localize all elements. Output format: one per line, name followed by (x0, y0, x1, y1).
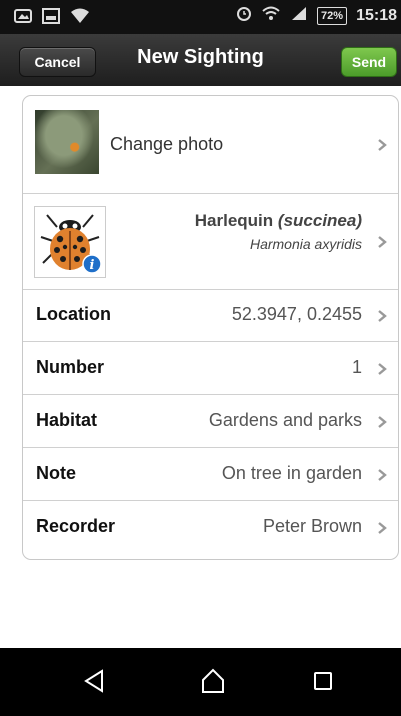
number-value: 1 (351, 357, 362, 377)
home-icon[interactable] (198, 666, 228, 696)
chevron-right-icon (378, 362, 387, 375)
signal-icon (290, 5, 308, 26)
cancel-button[interactable]: Cancel (19, 47, 96, 77)
chevron-right-icon (378, 235, 387, 248)
chevron-right-icon (378, 138, 387, 151)
habitat-label: Habitat (36, 410, 98, 430)
species-row[interactable]: i Harlequin (succinea) Harmonia axyridis (23, 194, 398, 290)
note-value: On tree in garden (221, 463, 362, 483)
recorder-value: Peter Brown (262, 516, 362, 536)
chevron-right-icon (378, 468, 387, 481)
change-photo-label: Change photo (110, 134, 224, 154)
recent-apps-icon[interactable] (308, 666, 338, 696)
note-row[interactable]: Note On tree in garden (23, 449, 398, 501)
image-notification-icon (14, 8, 32, 29)
recorder-label: Recorder (36, 516, 116, 536)
chevron-right-icon (378, 309, 387, 322)
alarm-icon (236, 5, 252, 26)
status-bar: 72% 15:18 (0, 0, 401, 34)
send-button[interactable]: Send (341, 47, 397, 77)
sighting-form-list: Change photo i Harlequin (succinea) Harm… (22, 95, 399, 560)
chevron-right-icon (378, 415, 387, 428)
gallery-notification-icon (42, 8, 60, 29)
back-icon[interactable] (80, 666, 110, 696)
app-header: Cancel New Sighting Send (0, 34, 401, 86)
recorder-row[interactable]: Recorder Peter Brown (23, 502, 398, 554)
habitat-row[interactable]: Habitat Gardens and parks (23, 396, 398, 448)
chevron-right-icon (378, 522, 387, 534)
location-label: Location (36, 304, 111, 324)
wifi-icon (261, 5, 281, 26)
ladybird-icon: i (40, 214, 102, 274)
svg-text:i: i (90, 258, 95, 273)
number-label: Number (36, 357, 105, 377)
page-title: New Sighting (137, 46, 264, 68)
habitat-value: Gardens and parks (208, 410, 362, 430)
location-value: 52.3947, 0.2455 (231, 304, 362, 324)
note-label: Note (36, 463, 76, 483)
species-common-name: Harlequin (succinea) (194, 211, 362, 230)
change-photo-row[interactable]: Change photo (23, 96, 398, 194)
species-variant: (succinea) (277, 211, 362, 230)
species-scientific-name: Harmonia axyridis (249, 236, 362, 252)
number-row[interactable]: Number 1 (23, 343, 398, 395)
ladybird-thumbnail: i (34, 206, 106, 278)
clock: 15:18 (356, 6, 397, 24)
wifi-notification-icon (70, 8, 90, 29)
navigation-bar (0, 648, 401, 716)
battery-level: 72% (317, 6, 348, 25)
location-row[interactable]: Location 52.3947, 0.2455 (23, 290, 398, 342)
photo-thumbnail (35, 110, 99, 174)
